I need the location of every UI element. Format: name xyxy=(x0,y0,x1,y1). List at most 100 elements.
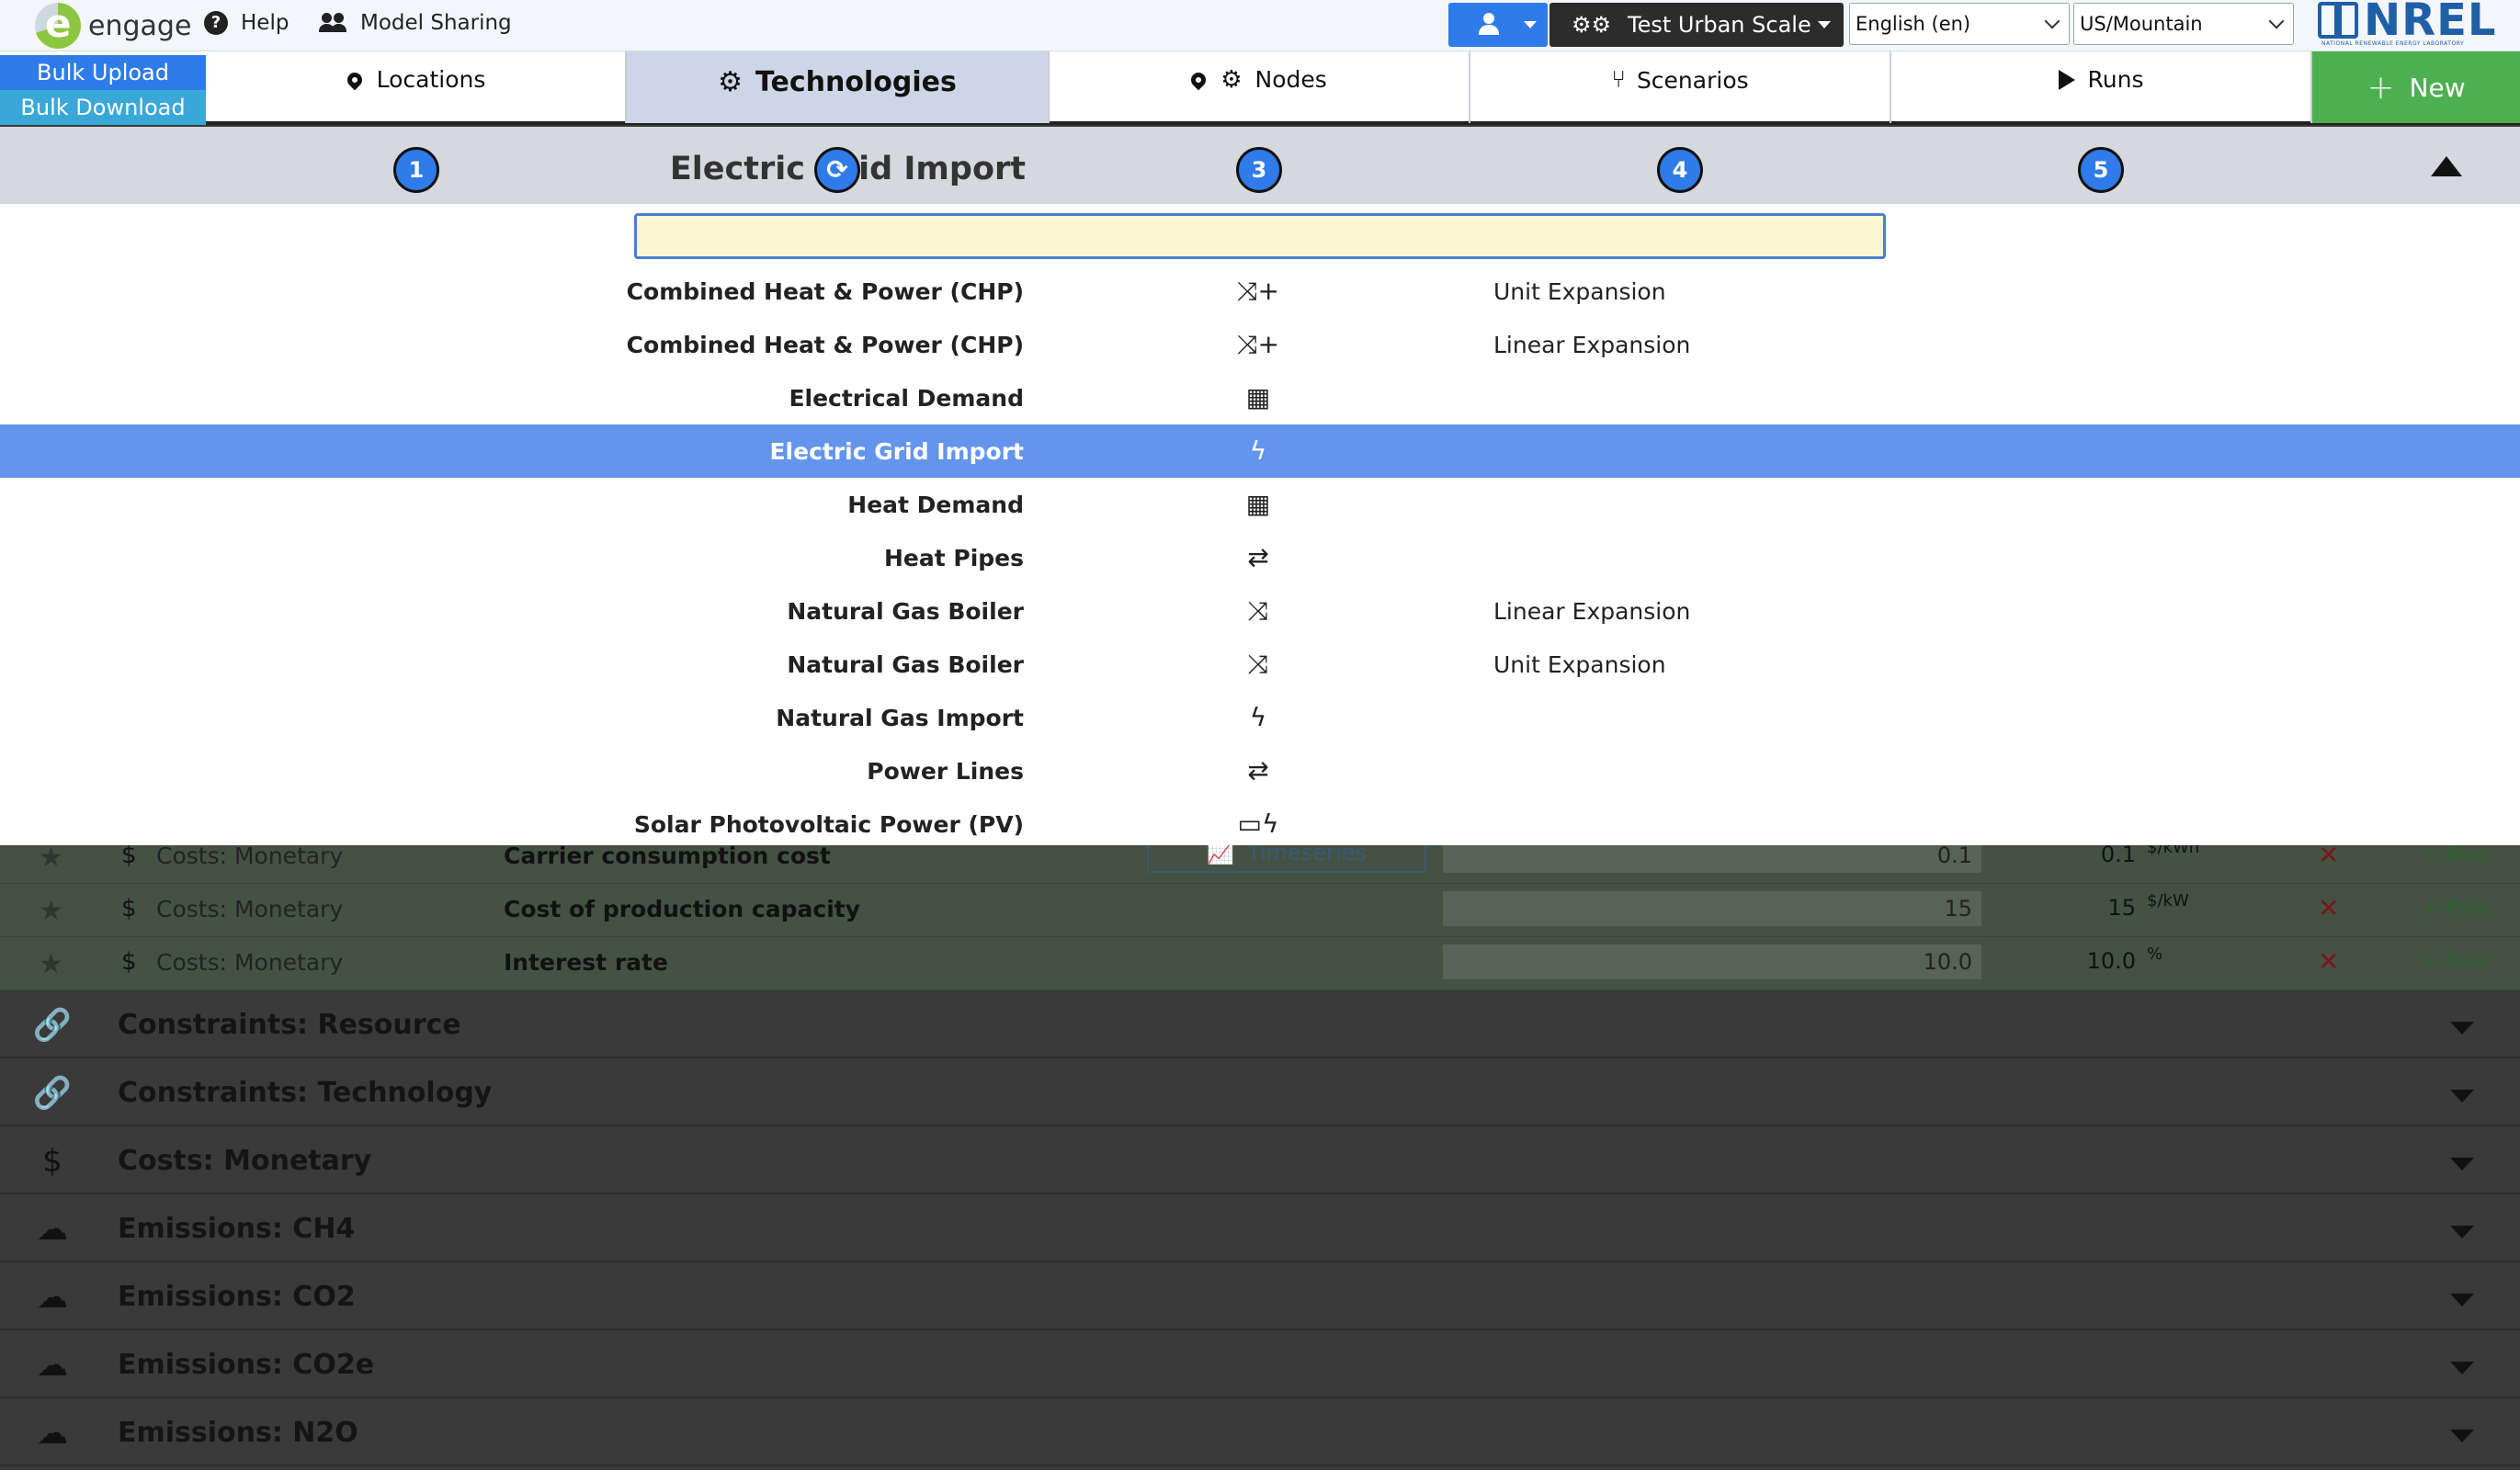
option-name: Heat Pipes xyxy=(883,545,1024,571)
caret-down-icon xyxy=(2450,1362,2474,1374)
link-icon: 🔗 xyxy=(32,1007,73,1044)
top-bar: engage ? Help Model Sharing ⚙⚙ Test Urba… xyxy=(0,0,2520,51)
caret-down-icon xyxy=(2450,1158,2474,1170)
exchange-icon: ⇄ xyxy=(1247,755,1269,786)
star-icon[interactable]: ★ xyxy=(39,948,63,980)
technology-option[interactable]: Power Lines ⇄ xyxy=(0,744,2520,797)
tab-runs[interactable]: Runs 5 xyxy=(1891,51,2312,193)
option-name: Heat Demand xyxy=(847,492,1024,518)
question-circle-icon: ? xyxy=(204,11,228,35)
sync-icon: ⟳ xyxy=(814,147,860,193)
technology-option-selected[interactable]: Electric Grid Import ϟ xyxy=(0,424,2520,478)
parameter-name: Interest rate xyxy=(504,949,668,976)
parameter-unit: $/kW xyxy=(2147,891,2189,910)
bolt-icon: ϟ xyxy=(1249,435,1267,466)
parameter-value: 15 xyxy=(2107,895,2136,921)
random-icon: ⤨ xyxy=(1247,595,1269,626)
chevron-down-icon xyxy=(2268,13,2285,29)
parameter-name: Cost of production capacity xyxy=(504,896,861,922)
chevron-down-icon xyxy=(2044,13,2060,29)
model-sharing-link[interactable]: Model Sharing xyxy=(319,11,512,35)
caret-down-icon xyxy=(2450,1294,2474,1306)
technology-option[interactable]: Heat Demand ▦ xyxy=(0,478,2520,531)
star-icon[interactable]: ★ xyxy=(39,895,63,927)
random-icon: ⤨ xyxy=(1247,649,1269,679)
option-name: Combined Heat & Power (CHP) xyxy=(626,278,1024,305)
bulk-download-button[interactable]: Bulk Download xyxy=(0,90,206,125)
smog-icon: ☁ xyxy=(37,1415,68,1452)
caret-down-icon xyxy=(2450,1430,2474,1442)
dollar-icon: $ xyxy=(121,895,137,922)
add-row-button[interactable]: + Row xyxy=(2423,950,2488,973)
option-name: Electric Grid Import xyxy=(769,438,1024,465)
model-name: Test Urban Scale xyxy=(1628,12,1811,38)
technology-option[interactable]: Electrical Demand ▦ xyxy=(0,371,2520,424)
smog-icon: ☁ xyxy=(37,1347,68,1384)
help-link[interactable]: ? Help xyxy=(204,11,289,35)
delete-icon[interactable]: ✕ xyxy=(2318,893,2339,923)
section-emissions-ch4[interactable]: ☁ Emissions: CH4 xyxy=(0,1194,2520,1262)
section-title: Emissions: N2O xyxy=(118,1417,358,1449)
caret-down-icon xyxy=(1818,21,1831,28)
technology-option[interactable]: Natural Gas Boiler ⤨ Linear Expansion xyxy=(0,584,2520,638)
parameter-value-input[interactable]: 15 xyxy=(1443,891,1981,926)
option-name: Solar Photovoltaic Power (PV) xyxy=(633,811,1024,838)
dollar-icon: $ xyxy=(42,1143,62,1180)
section-emissions-co2[interactable]: ☁ Emissions: CO2 xyxy=(0,1262,2520,1330)
technology-option[interactable]: Solar Photovoltaic Power (PV) ▭ϟ xyxy=(0,797,2520,851)
section-costs-monetary[interactable]: $ Costs: Monetary xyxy=(0,1126,2520,1194)
technology-option[interactable]: Natural Gas Boiler ⤨ Unit Expansion xyxy=(0,638,2520,691)
add-row-button[interactable]: + Row xyxy=(2423,897,2488,920)
section-title: Emissions: CH4 xyxy=(118,1213,356,1245)
new-label: New xyxy=(2409,72,2466,103)
timezone-select[interactable]: US/Mountain xyxy=(2073,3,2294,45)
nrel-logo[interactable]: NREL NATIONAL RENEWABLE ENERGY LABORATOR… xyxy=(2318,0,2511,50)
parameter-unit: % xyxy=(2147,944,2163,964)
section-emissions-co2e[interactable]: ☁ Emissions: CO2e xyxy=(0,1330,2520,1398)
technology-option[interactable]: Heat Pipes ⇄ xyxy=(0,531,2520,584)
step-badge: 4 xyxy=(1657,147,1703,193)
engage-logo-icon xyxy=(35,1,81,49)
tab-scenarios[interactable]: ⑂ Scenarios 4 xyxy=(1470,51,1891,193)
section-emissions-n2o[interactable]: ☁ Emissions: N2O xyxy=(0,1398,2520,1466)
smog-icon: ☁ xyxy=(37,1279,68,1316)
map-marker-icon xyxy=(344,69,365,90)
option-name: Natural Gas Import xyxy=(776,705,1024,731)
engage-logo[interactable]: engage xyxy=(35,1,191,50)
caret-up-icon[interactable] xyxy=(2431,156,2462,176)
technology-option[interactable]: Combined Heat & Power (CHP) ⤨+ Unit Expa… xyxy=(0,265,2520,318)
technology-search-input[interactable] xyxy=(634,213,1886,259)
gear-icon: ⚙ xyxy=(1220,65,1243,94)
step-badge: 5 xyxy=(2078,147,2124,193)
new-button[interactable]: + New xyxy=(2312,51,2520,123)
language-select[interactable]: English (en) xyxy=(1849,3,2070,45)
parameter-value: 10.0 xyxy=(2086,948,2136,974)
option-name: Electrical Demand xyxy=(789,385,1024,412)
option-meta: Unit Expansion xyxy=(1493,651,1666,678)
tab-label: Scenarios xyxy=(1636,66,1749,94)
exchange-icon: ⇄ xyxy=(1247,542,1269,572)
building-icon: ▦ xyxy=(1245,382,1271,413)
link-icon: 🔗 xyxy=(32,1075,73,1112)
tab-technologies[interactable]: ⚙ Technologies ⟳ xyxy=(627,51,1050,193)
section-constraints-resource[interactable]: 🔗 Constraints: Resource xyxy=(0,990,2520,1058)
caret-down-icon xyxy=(2450,1090,2474,1102)
smog-icon: ☁ xyxy=(37,1211,68,1248)
tab-nodes[interactable]: ⚙ Nodes 3 xyxy=(1050,51,1470,193)
delete-icon[interactable]: ✕ xyxy=(2318,946,2339,977)
parameter-value-input[interactable]: 10.0 xyxy=(1443,944,1981,979)
timezone-value: US/Mountain xyxy=(2080,13,2203,35)
technology-option[interactable]: Combined Heat & Power (CHP) ⤨+ Linear Ex… xyxy=(0,318,2520,371)
tab-locations[interactable]: Locations 1 xyxy=(208,51,627,193)
option-name: Natural Gas Boiler xyxy=(787,651,1024,678)
nrel-mark-icon xyxy=(2318,2,2358,39)
gears-icon: ⚙⚙ xyxy=(1572,12,1612,38)
model-select-button[interactable]: ⚙⚙ Test Urban Scale xyxy=(1549,3,1844,47)
technology-option[interactable]: Natural Gas Import ϟ xyxy=(0,691,2520,744)
bulk-upload-button[interactable]: Bulk Upload xyxy=(0,55,206,90)
user-menu-button[interactable] xyxy=(1448,3,1548,47)
section-constraints-technology[interactable]: 🔗 Constraints: Technology xyxy=(0,1058,2520,1126)
conversion-plus-icon: ⤨+ xyxy=(1237,329,1279,359)
option-name: Natural Gas Boiler xyxy=(787,598,1024,625)
help-label: Help xyxy=(241,11,289,35)
